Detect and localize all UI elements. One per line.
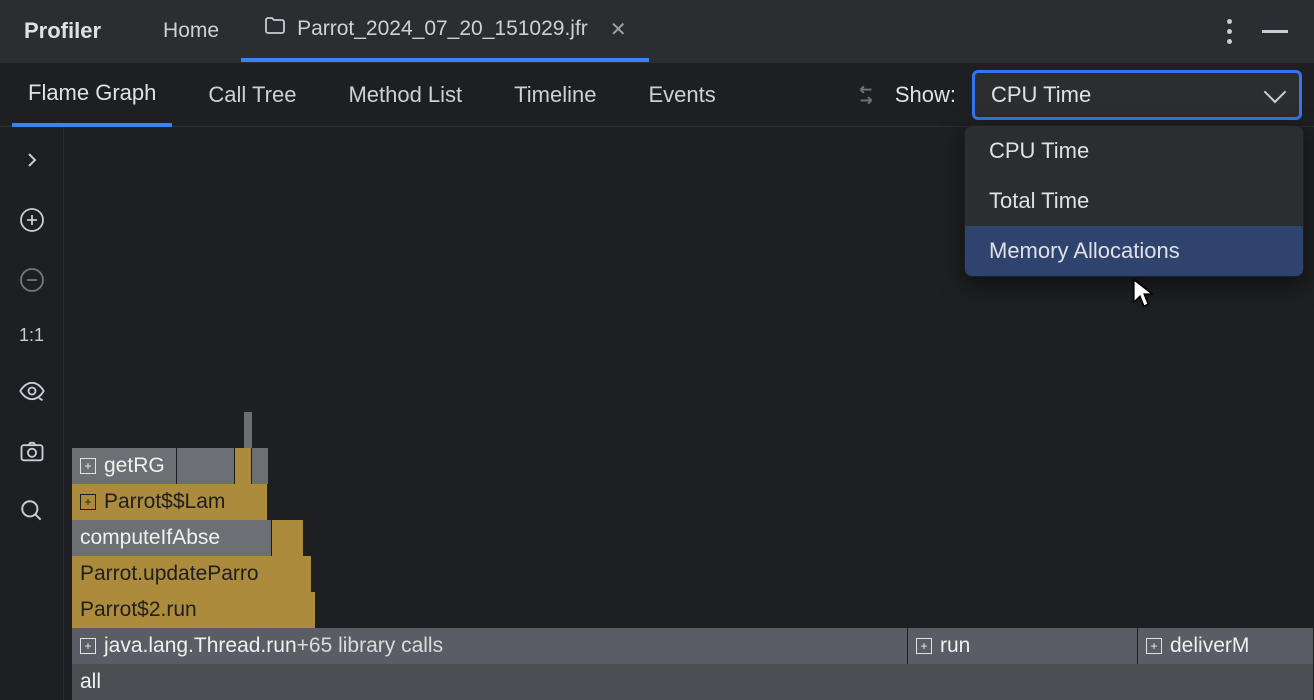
flame-cell-label: Parrot$$Lam xyxy=(104,490,225,514)
zoom-out-icon[interactable] xyxy=(17,265,47,295)
flame-cell[interactable] xyxy=(235,448,252,484)
tab-events[interactable]: Events xyxy=(633,63,732,127)
expand-icon[interactable]: + xyxy=(80,494,96,510)
camera-icon[interactable] xyxy=(17,436,47,466)
flame-row: + Parrot$$Lam xyxy=(72,484,1314,520)
tab-file[interactable]: Parrot_2024_07_20_151029.jfr ✕ xyxy=(241,0,649,62)
more-options-icon[interactable] xyxy=(1227,19,1232,44)
tab-method-list[interactable]: Method List xyxy=(332,63,478,127)
show-dropdown-menu: CPU Time Total Time Memory Allocations xyxy=(964,125,1304,277)
show-dropdown[interactable]: CPU Time xyxy=(972,70,1302,120)
titlebar-tabs: Home Parrot_2024_07_20_151029.jfr ✕ xyxy=(141,0,649,62)
flame-cell-label: Parrot.updateParro xyxy=(80,562,259,586)
tab-call-tree[interactable]: Call Tree xyxy=(192,63,312,127)
flame-cell[interactable]: + Parrot$$Lam xyxy=(72,484,268,520)
flame-cell[interactable] xyxy=(252,448,269,484)
swap-icon[interactable] xyxy=(853,82,879,108)
dropdown-item-total-time[interactable]: Total Time xyxy=(965,176,1303,226)
expand-icon[interactable]: + xyxy=(80,638,96,654)
tab-flame-graph[interactable]: Flame Graph xyxy=(12,63,172,127)
minimize-icon[interactable] xyxy=(1262,30,1288,33)
flame-cell-suffix: +65 library calls xyxy=(297,634,443,658)
expand-icon[interactable]: + xyxy=(80,458,96,474)
tab-home-label: Home xyxy=(163,19,219,43)
titlebar-right xyxy=(1227,19,1302,44)
eye-icon[interactable] xyxy=(17,376,47,406)
show-label: Show: xyxy=(895,82,956,108)
flame-row: all xyxy=(72,664,1314,700)
tab-timeline[interactable]: Timeline xyxy=(498,63,612,127)
expand-icon[interactable]: + xyxy=(916,638,932,654)
flame-cell-label: computeIfAbse xyxy=(80,526,220,550)
dropdown-item-cpu-time[interactable]: CPU Time xyxy=(965,126,1303,176)
flame-cell[interactable]: computeIfAbse xyxy=(72,520,272,556)
zoom-in-icon[interactable] xyxy=(17,205,47,235)
flame-cell-label: deliverM xyxy=(1170,634,1249,658)
tab-timeline-label: Timeline xyxy=(514,82,596,108)
tab-events-label: Events xyxy=(649,82,716,108)
search-icon[interactable] xyxy=(17,496,47,526)
show-dropdown-value: CPU Time xyxy=(991,82,1091,108)
flame-cell-label: all xyxy=(80,670,101,694)
flame-cell[interactable] xyxy=(272,520,304,556)
toolbar-right: Show: CPU Time xyxy=(853,70,1302,120)
tab-flame-graph-label: Flame Graph xyxy=(28,80,156,106)
flame-cell[interactable]: + run xyxy=(908,628,1138,664)
flame-row: + getRG xyxy=(72,448,1314,484)
app-title: Profiler xyxy=(24,18,101,44)
flame-cell-label: run xyxy=(940,634,970,658)
toolbar: Flame Graph Call Tree Method List Timeli… xyxy=(0,62,1314,127)
close-icon[interactable]: ✕ xyxy=(610,17,627,42)
dropdown-item-memory-allocations[interactable]: Memory Allocations xyxy=(965,226,1303,276)
flame-cell[interactable]: Parrot$2.run xyxy=(72,592,316,628)
flame-cell[interactable]: + getRG xyxy=(72,448,177,484)
flame-cell-label: java.lang.Thread.run xyxy=(104,634,297,658)
tab-call-tree-label: Call Tree xyxy=(208,82,296,108)
tab-home[interactable]: Home xyxy=(141,0,241,62)
expand-icon[interactable]: + xyxy=(1146,638,1162,654)
flame-cell-label: Parrot$2.run xyxy=(80,598,197,622)
left-rail: 1:1 xyxy=(0,127,64,700)
flame-sliver xyxy=(244,412,252,448)
flame-row: computeIfAbse xyxy=(72,520,1314,556)
flame-row: Parrot$2.run xyxy=(72,592,1314,628)
folder-icon xyxy=(263,14,287,44)
flame-cell[interactable]: + java.lang.Thread.run +65 library calls xyxy=(72,628,908,664)
tab-method-list-label: Method List xyxy=(348,82,462,108)
tab-file-label: Parrot_2024_07_20_151029.jfr xyxy=(297,17,588,41)
flame-rows: + getRG + Parrot$$Lam computeIfAbse xyxy=(72,448,1314,700)
flame-row: Parrot.updateParro xyxy=(72,556,1314,592)
titlebar: Profiler Home Parrot_2024_07_20_151029.j… xyxy=(0,0,1314,62)
expand-right-icon[interactable] xyxy=(17,145,47,175)
zoom-fit-button[interactable]: 1:1 xyxy=(19,325,44,346)
chevron-down-icon xyxy=(1264,80,1287,103)
flame-cell[interactable] xyxy=(177,448,235,484)
flame-cell[interactable]: Parrot.updateParro xyxy=(72,556,312,592)
cursor-icon xyxy=(1132,278,1156,313)
flame-cell-label: getRG xyxy=(104,454,165,478)
flame-cell-all[interactable]: all xyxy=(72,664,1314,700)
flame-row: + java.lang.Thread.run +65 library calls… xyxy=(72,628,1314,664)
flame-cell[interactable]: + deliverM xyxy=(1138,628,1314,664)
